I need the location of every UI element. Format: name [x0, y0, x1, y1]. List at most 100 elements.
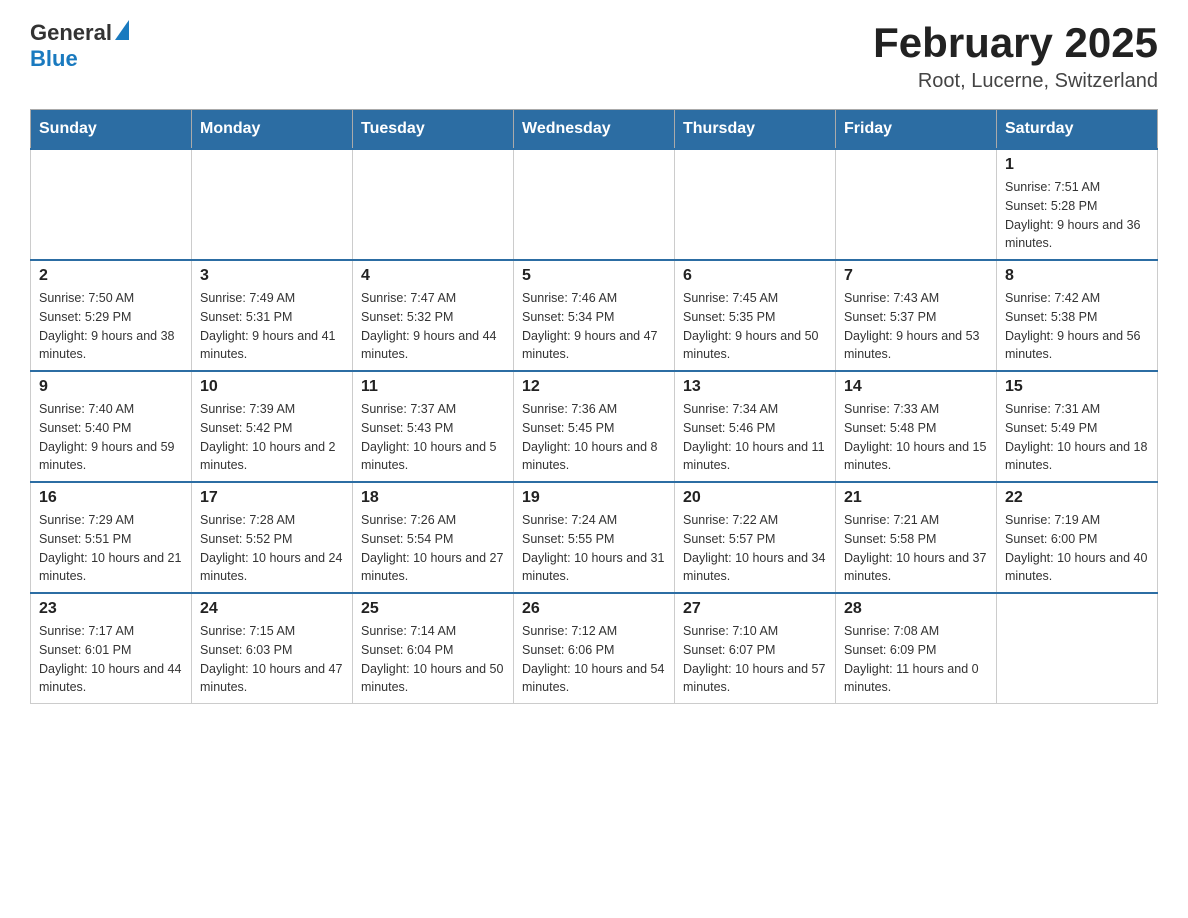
logo: General Blue	[30, 20, 129, 72]
day-cell: 15Sunrise: 7:31 AMSunset: 5:49 PMDayligh…	[997, 371, 1158, 482]
day-cell: 7Sunrise: 7:43 AMSunset: 5:37 PMDaylight…	[836, 260, 997, 371]
day-info: Sunrise: 7:47 AMSunset: 5:32 PMDaylight:…	[361, 289, 505, 364]
day-cell	[353, 149, 514, 260]
day-info: Sunrise: 7:37 AMSunset: 5:43 PMDaylight:…	[361, 400, 505, 475]
day-cell	[675, 149, 836, 260]
day-cell: 17 Sunrise: 7:28 AMSunset: 5:52 PMDayligh…	[192, 482, 353, 593]
day-cell: 2 Sunrise: 7:50 AMSunset: 5:29 PMDaylight…	[31, 260, 192, 371]
day-number: 12	[522, 378, 666, 396]
day-number: 23	[39, 600, 183, 618]
day-info: Sunrise: 7:49 AMSunset: 5:31 PMDaylight:…	[200, 289, 344, 364]
day-info: Sunrise: 7:28 AMSunset: 5:52 PMDaylight:…	[200, 511, 344, 586]
day-cell	[997, 593, 1158, 704]
day-number: 24	[200, 600, 344, 618]
page-subtitle: Root, Lucerne, Switzerland	[873, 70, 1158, 93]
day-cell: 6 Sunrise: 7:45 AMSunset: 5:35 PMDaylight…	[675, 260, 836, 371]
day-number: 17	[200, 489, 344, 507]
day-info: Sunrise: 7:39 AMSunset: 5:42 PMDaylight:…	[200, 400, 344, 475]
day-number: 2	[39, 267, 183, 285]
week-row-3: 9 Sunrise: 7:40 AMSunset: 5:40 PMDaylight…	[31, 371, 1158, 482]
logo-text-blue: Blue	[30, 46, 78, 71]
day-number: 8	[1005, 267, 1149, 285]
day-number: 21	[844, 489, 988, 507]
page-title: February 2025	[873, 20, 1158, 66]
day-cell: 4 Sunrise: 7:47 AMSunset: 5:32 PMDaylight…	[353, 260, 514, 371]
day-cell: 16 Sunrise: 7:29 AMSunset: 5:51 PMDayligh…	[31, 482, 192, 593]
day-cell: 23 Sunrise: 7:17 AMSunset: 6:01 PMDayligh…	[31, 593, 192, 704]
day-number: 28	[844, 600, 988, 618]
day-info: Sunrise: 7:31 AMSunset: 5:49 PMDaylight:…	[1005, 400, 1149, 475]
week-row-4: 16 Sunrise: 7:29 AMSunset: 5:51 PMDayligh…	[31, 482, 1158, 593]
week-row-2: 2 Sunrise: 7:50 AMSunset: 5:29 PMDaylight…	[31, 260, 1158, 371]
day-number: 14	[844, 378, 988, 396]
day-cell	[514, 149, 675, 260]
calendar-header-wednesday: Wednesday	[514, 110, 675, 150]
calendar-header-tuesday: Tuesday	[353, 110, 514, 150]
week-row-5: 23 Sunrise: 7:17 AMSunset: 6:01 PMDayligh…	[31, 593, 1158, 704]
day-info: Sunrise: 7:17 AMSunset: 6:01 PMDaylight:…	[39, 622, 183, 697]
day-cell	[192, 149, 353, 260]
day-cell: 13 Sunrise: 7:34 AMSunset: 5:46 PMDayligh…	[675, 371, 836, 482]
day-number: 5	[522, 267, 666, 285]
day-cell: 25Sunrise: 7:14 AMSunset: 6:04 PMDayligh…	[353, 593, 514, 704]
day-info: Sunrise: 7:36 AMSunset: 5:45 PMDaylight:…	[522, 400, 666, 475]
day-info: Sunrise: 7:12 AMSunset: 6:06 PMDaylight:…	[522, 622, 666, 697]
calendar-header-row: SundayMondayTuesdayWednesdayThursdayFrid…	[31, 110, 1158, 150]
calendar-header-sunday: Sunday	[31, 110, 192, 150]
day-number: 7	[844, 267, 988, 285]
day-info: Sunrise: 7:50 AMSunset: 5:29 PMDaylight:…	[39, 289, 183, 364]
day-info: Sunrise: 7:45 AMSunset: 5:35 PMDaylight:…	[683, 289, 827, 364]
day-cell: 11 Sunrise: 7:37 AMSunset: 5:43 PMDayligh…	[353, 371, 514, 482]
day-info: Sunrise: 7:15 AMSunset: 6:03 PMDaylight:…	[200, 622, 344, 697]
day-cell: 8 Sunrise: 7:42 AMSunset: 5:38 PMDaylight…	[997, 260, 1158, 371]
day-info: Sunrise: 7:21 AMSunset: 5:58 PMDaylight:…	[844, 511, 988, 586]
day-number: 19	[522, 489, 666, 507]
day-cell: 24 Sunrise: 7:15 AMSunset: 6:03 PMDayligh…	[192, 593, 353, 704]
day-info: Sunrise: 7:26 AMSunset: 5:54 PMDaylight:…	[361, 511, 505, 586]
day-number: 13	[683, 378, 827, 396]
logo-triangle-icon	[115, 20, 129, 40]
calendar-header-thursday: Thursday	[675, 110, 836, 150]
day-number: 20	[683, 489, 827, 507]
week-row-1: 1Sunrise: 7:51 AMSunset: 5:28 PMDaylight…	[31, 149, 1158, 260]
day-info: Sunrise: 7:24 AMSunset: 5:55 PMDaylight:…	[522, 511, 666, 586]
day-cell: 21 Sunrise: 7:21 AMSunset: 5:58 PMDayligh…	[836, 482, 997, 593]
day-cell: 27 Sunrise: 7:10 AMSunset: 6:07 PMDayligh…	[675, 593, 836, 704]
page-header: General Blue February 2025 Root, Lucerne…	[30, 20, 1158, 93]
day-info: Sunrise: 7:33 AMSunset: 5:48 PMDaylight:…	[844, 400, 988, 475]
day-info: Sunrise: 7:51 AMSunset: 5:28 PMDaylight:…	[1005, 178, 1149, 253]
day-number: 11	[361, 378, 505, 396]
day-info: Sunrise: 7:40 AMSunset: 5:40 PMDaylight:…	[39, 400, 183, 475]
day-number: 26	[522, 600, 666, 618]
day-number: 3	[200, 267, 344, 285]
calendar-header-monday: Monday	[192, 110, 353, 150]
day-info: Sunrise: 7:10 AMSunset: 6:07 PMDaylight:…	[683, 622, 827, 697]
day-cell: 22Sunrise: 7:19 AMSunset: 6:00 PMDayligh…	[997, 482, 1158, 593]
day-cell: 3 Sunrise: 7:49 AMSunset: 5:31 PMDaylight…	[192, 260, 353, 371]
day-cell: 9 Sunrise: 7:40 AMSunset: 5:40 PMDaylight…	[31, 371, 192, 482]
day-info: Sunrise: 7:42 AMSunset: 5:38 PMDaylight:…	[1005, 289, 1149, 364]
day-cell: 5 Sunrise: 7:46 AMSunset: 5:34 PMDaylight…	[514, 260, 675, 371]
day-info: Sunrise: 7:29 AMSunset: 5:51 PMDaylight:…	[39, 511, 183, 586]
day-cell: 28Sunrise: 7:08 AMSunset: 6:09 PMDayligh…	[836, 593, 997, 704]
day-number: 25	[361, 600, 505, 618]
day-info: Sunrise: 7:46 AMSunset: 5:34 PMDaylight:…	[522, 289, 666, 364]
day-number: 6	[683, 267, 827, 285]
calendar-header-saturday: Saturday	[997, 110, 1158, 150]
day-number: 4	[361, 267, 505, 285]
day-number: 27	[683, 600, 827, 618]
day-cell: 18 Sunrise: 7:26 AMSunset: 5:54 PMDayligh…	[353, 482, 514, 593]
day-number: 18	[361, 489, 505, 507]
day-cell: 14 Sunrise: 7:33 AMSunset: 5:48 PMDayligh…	[836, 371, 997, 482]
day-cell: 12 Sunrise: 7:36 AMSunset: 5:45 PMDayligh…	[514, 371, 675, 482]
day-info: Sunrise: 7:34 AMSunset: 5:46 PMDaylight:…	[683, 400, 827, 475]
logo-text-general: General	[30, 20, 112, 46]
day-number: 9	[39, 378, 183, 396]
title-section: February 2025 Root, Lucerne, Switzerland	[873, 20, 1158, 93]
calendar-table: SundayMondayTuesdayWednesdayThursdayFrid…	[30, 109, 1158, 704]
day-info: Sunrise: 7:22 AMSunset: 5:57 PMDaylight:…	[683, 511, 827, 586]
day-number: 10	[200, 378, 344, 396]
day-cell: 19 Sunrise: 7:24 AMSunset: 5:55 PMDayligh…	[514, 482, 675, 593]
day-number: 16	[39, 489, 183, 507]
day-cell: 1Sunrise: 7:51 AMSunset: 5:28 PMDaylight…	[997, 149, 1158, 260]
